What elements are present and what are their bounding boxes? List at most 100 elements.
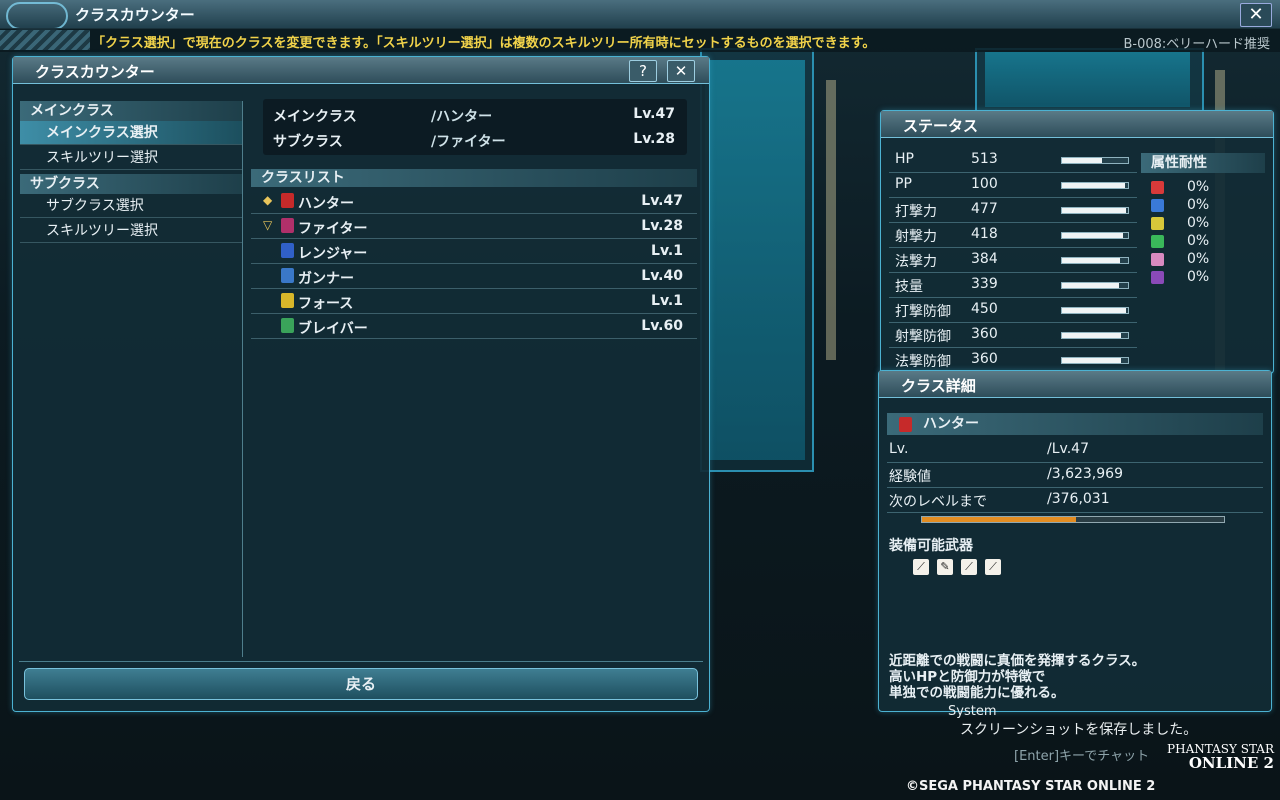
help-button[interactable]: ?	[629, 60, 657, 82]
window-title: クラス詳細	[901, 377, 976, 395]
info-message: 「クラス選択」で現在のクラスを変更できます。「スキルツリー選択」は複数のスキルツ…	[92, 36, 876, 51]
background-glow	[705, 60, 805, 460]
game-logo: PHANTASY STAR ONLINE 2	[1167, 742, 1274, 772]
stat-value: 360	[971, 351, 998, 367]
class-list-row[interactable]: ガンナー Lv.40	[251, 264, 697, 289]
stat-value: 418	[971, 226, 998, 242]
stat-name: PP	[895, 176, 912, 192]
resistance-row: 0%	[1151, 215, 1261, 233]
stat-row: 技量 339	[889, 272, 1137, 298]
class-list-row[interactable]: ▽ ファイター Lv.28	[251, 214, 697, 239]
stat-bar	[1061, 332, 1129, 339]
class-level: Lv.60	[641, 318, 683, 334]
stat-value: 360	[971, 326, 998, 342]
copyright: ©SEGA PHANTASY STAR ONLINE 2	[906, 779, 1156, 794]
emblem-icon	[6, 2, 68, 30]
gunner-icon	[281, 268, 294, 283]
lightning-icon	[1151, 217, 1164, 230]
fire-icon	[1151, 181, 1164, 194]
close-window-button[interactable]: ✕	[667, 60, 695, 82]
detail-class-name: ハンター	[887, 413, 1263, 435]
menu-header-sub: サブクラス	[20, 174, 242, 194]
stat-row: 法撃力 384	[889, 247, 1137, 273]
window-header: ステータス	[881, 111, 1273, 138]
dark-icon	[1151, 271, 1164, 284]
exp-progress-bar	[921, 516, 1225, 523]
status-window: ステータス HP 513 PP 100 打撃力 477 射撃力 418 法撃力 384 技量 339 打…	[880, 110, 1274, 374]
menu-item-main-class-select[interactable]: メインクラス選択	[20, 121, 242, 145]
class-counter-window: クラスカウンター ? ✕ メインクラス メインクラス選択 スキルツリー選択 サブ…	[12, 56, 710, 712]
class-list-row[interactable]: レンジャー Lv.1	[251, 239, 697, 264]
hunter-icon	[899, 417, 912, 432]
class-level: Lv.40	[641, 268, 683, 284]
partisan-icon[interactable]: ⟋	[961, 559, 977, 575]
info-bar: 「クラス選択」で現在のクラスを変更できます。「スキルツリー選択」は複数のスキルツ…	[0, 28, 1280, 52]
stat-row: 打撃防御 450	[889, 297, 1137, 323]
stat-name: 法撃防御	[895, 354, 951, 370]
stat-row: 射撃防御 360	[889, 322, 1137, 348]
resistance-value: 0%	[1187, 251, 1210, 267]
stat-row: 射撃力 418	[889, 222, 1137, 248]
resistance-value: 0%	[1187, 215, 1210, 231]
fighter-icon	[281, 218, 294, 233]
stat-bar	[1061, 232, 1129, 239]
detail-level-row: Lv. /Lv.47	[887, 437, 1263, 463]
sword-icon[interactable]: ⟋	[913, 559, 929, 575]
light-icon	[1151, 253, 1164, 266]
location-label: B-008:ベリーハード推奨	[1123, 37, 1270, 52]
stat-row: HP 513	[889, 147, 1137, 173]
class-list-header: クラスリスト	[251, 169, 697, 187]
window-header: クラスカウンター ? ✕	[13, 57, 709, 84]
resistance-row: 0%	[1151, 197, 1261, 215]
menu-item-sub-skill-tree[interactable]: スキルツリー選択	[20, 219, 242, 243]
close-button[interactable]: ✕	[1240, 3, 1272, 27]
class-detail-window: クラス詳細 ハンター Lv. /Lv.47 経験値 /3,623,969 次のレ…	[878, 370, 1272, 712]
resistance-row: 0%	[1151, 179, 1261, 197]
resistance-header: 属性耐性	[1141, 153, 1265, 173]
stat-bar	[1061, 357, 1129, 364]
detail-exp-row: 経験値 /3,623,969	[887, 462, 1263, 488]
current-sub-class: サブクラス /ファイター Lv.28	[273, 131, 675, 150]
resistance-row: 0%	[1151, 233, 1261, 251]
menu-item-sub-class-select[interactable]: サブクラス選択	[20, 194, 242, 218]
wired-lance-icon[interactable]: ✎	[937, 559, 953, 575]
stat-name: 法撃力	[895, 254, 937, 270]
class-list-row[interactable]: フォース Lv.1	[251, 289, 697, 314]
class-level: Lv.47	[641, 193, 683, 209]
ice-icon	[1151, 199, 1164, 212]
class-name: ファイター	[298, 221, 368, 237]
back-button[interactable]: 戻る	[24, 668, 698, 700]
menu-panel: メインクラス メインクラス選択 スキルツリー選択 サブクラス サブクラス選択 ス…	[20, 101, 243, 657]
top-bar-title: クラスカウンター	[75, 6, 195, 24]
stat-value: 384	[971, 251, 998, 267]
class-name: フォース	[298, 296, 354, 312]
menu-header-main: メインクラス	[20, 101, 242, 121]
resistance-value: 0%	[1187, 233, 1210, 249]
stat-bar	[1061, 257, 1129, 264]
class-name: ガンナー	[298, 271, 354, 287]
background-glow	[985, 52, 1190, 107]
sub-class-marker: ▽	[263, 218, 273, 232]
stat-name: HP	[895, 151, 914, 167]
current-class-box: メインクラス /ハンター Lv.47 サブクラス /ファイター Lv.28	[263, 99, 687, 155]
window-title: ステータス	[903, 117, 979, 135]
stat-row: 打撃力 477	[889, 197, 1137, 223]
class-description: 近距離での戦闘に真価を発揮するクラス。 高いHPと防御力が特徴で 単独での戦闘能…	[889, 653, 1146, 701]
class-list-row[interactable]: ◆ ハンター Lv.47	[251, 189, 697, 214]
stat-value: 477	[971, 201, 998, 217]
class-level: Lv.1	[651, 243, 683, 259]
resistance-row: 0%	[1151, 269, 1261, 287]
decorative-stripe	[0, 30, 90, 50]
class-level: Lv.28	[641, 218, 683, 234]
top-bar: クラスカウンター ✕	[0, 0, 1280, 30]
stat-value: 450	[971, 301, 998, 317]
stat-name: 打撃防御	[895, 304, 951, 320]
stat-name: 打撃力	[895, 204, 937, 220]
stat-name: 射撃力	[895, 229, 937, 245]
hunter-icon	[281, 193, 294, 208]
menu-item-main-skill-tree[interactable]: スキルツリー選択	[20, 146, 242, 170]
braver-icon	[281, 318, 294, 333]
class-name: ハンター	[298, 196, 354, 212]
class-list-row[interactable]: ブレイバー Lv.60	[251, 314, 697, 339]
twin-dagger-icon[interactable]: ⟋	[985, 559, 1001, 575]
